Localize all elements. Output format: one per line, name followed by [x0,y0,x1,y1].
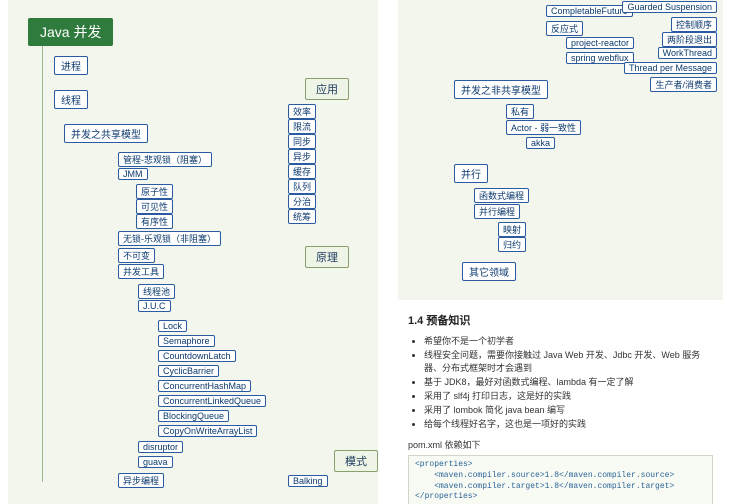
app-item: 统筹 [288,209,316,224]
juc-item: Lock [158,320,187,332]
topic-pattern: 模式 [334,450,378,472]
prereq-item: 希望你不是一个初学者 [424,334,713,347]
app-item: 限流 [288,119,316,134]
app-item: 分治 [288,194,316,209]
app-item: 异步 [288,149,316,164]
node-pp: 并行编程 [474,204,520,219]
node-reactor: project-reactor [566,37,634,49]
node-threadpool: 线程池 [138,284,175,299]
app-item: 效率 [288,104,316,119]
node-juc: J.U.C [138,300,171,312]
col-item: WorkThread [658,47,717,59]
node-async: 异步编程 [118,473,164,488]
prereq-item: 线程安全问题，需要你接触过 Java Web 开发、Jdbc 开发、Web 服务… [424,348,713,374]
node-other: 其它领域 [462,262,516,281]
pom-label: pom.xml 依赖如下 [408,438,713,451]
jmm-child: 可见性 [136,199,173,214]
prereq-list: 希望你不是一个初学者 线程安全问题，需要你接触过 Java Web 开发、Jdb… [424,334,713,430]
node-casfree: 无锁-乐观锁（非阻塞） [118,231,221,246]
juc-item: BlockingQueue [158,410,229,422]
juc-item: CopyOnWriteArrayList [158,425,257,437]
node-private: 私有 [506,104,534,119]
col-item: 控制顺序 [671,17,717,32]
juc-item: ConcurrentHashMap [158,380,251,392]
node-balking: Balking [288,475,328,487]
article: 1.4 预备知识 希望你不是一个初学者 线程安全问题，需要你接触过 Java W… [398,300,723,504]
node-fp: 函数式编程 [474,188,529,203]
juc-item: Semaphore [158,335,215,347]
node-guava: guava [138,456,173,468]
node-jmm: JMM [118,168,148,180]
app-item: 同步 [288,134,316,149]
node-actor: Actor - 弱一致性 [506,120,581,135]
node-tools: 并发工具 [118,264,164,279]
prereq-item: 给每个线程好名字，这也是一项好的实践 [424,417,713,430]
prereq-item: 采用了 slf4j 打印日志，这是好的实践 [424,389,713,402]
article-heading: 1.4 预备知识 [408,312,713,328]
root-node: Java 并发 [28,18,113,46]
topic-principle: 原理 [305,246,349,268]
node-akka: akka [526,137,555,149]
code-block: <properties> <maven.compiler.source>1.8<… [408,455,713,504]
col-item: 两阶段退出 [662,32,717,47]
juc-item: CountdownLatch [158,350,236,362]
node-cf: CompletableFuture [546,5,633,17]
node-thread: 线程 [54,90,88,109]
node-nonshared: 并发之非共享模型 [454,80,548,99]
node-monitor: 管程-悲观锁（阻塞） [118,152,212,167]
col-item: Guarded Suspension [622,1,717,13]
juc-item: CyclicBarrier [158,365,219,377]
juc-item: ConcurrentLinkedQueue [158,395,266,407]
topic-application: 应用 [305,78,349,100]
jmm-child: 有序性 [136,214,173,229]
prereq-item: 采用了 lombok 简化 java bean 编写 [424,403,713,416]
prereq-item: 基于 JDK8，最好对函数式编程、lambda 有一定了解 [424,375,713,388]
jmm-child: 原子性 [136,184,173,199]
node-reduce: 归约 [498,237,526,252]
col-item: 生产者/消费者 [650,77,717,92]
app-item: 队列 [288,179,316,194]
app-item: 缓存 [288,164,316,179]
node-process: 进程 [54,56,88,75]
col-item: Thread per Message [624,62,717,74]
node-reactive: 反应式 [546,21,583,36]
node-shared-model: 并发之共享模型 [64,124,148,143]
mindmap-left: Java 并发 进程 线程 并发之共享模型 管程-悲观锁（阻塞） JMM 原子性… [8,0,378,504]
node-map: 映射 [498,222,526,237]
node-immutable: 不可变 [118,248,155,263]
node-parallel: 并行 [454,164,488,183]
node-disruptor: disruptor [138,441,183,453]
mindmap-right: CompletableFuture 反应式 project-reactor sp… [398,0,723,504]
